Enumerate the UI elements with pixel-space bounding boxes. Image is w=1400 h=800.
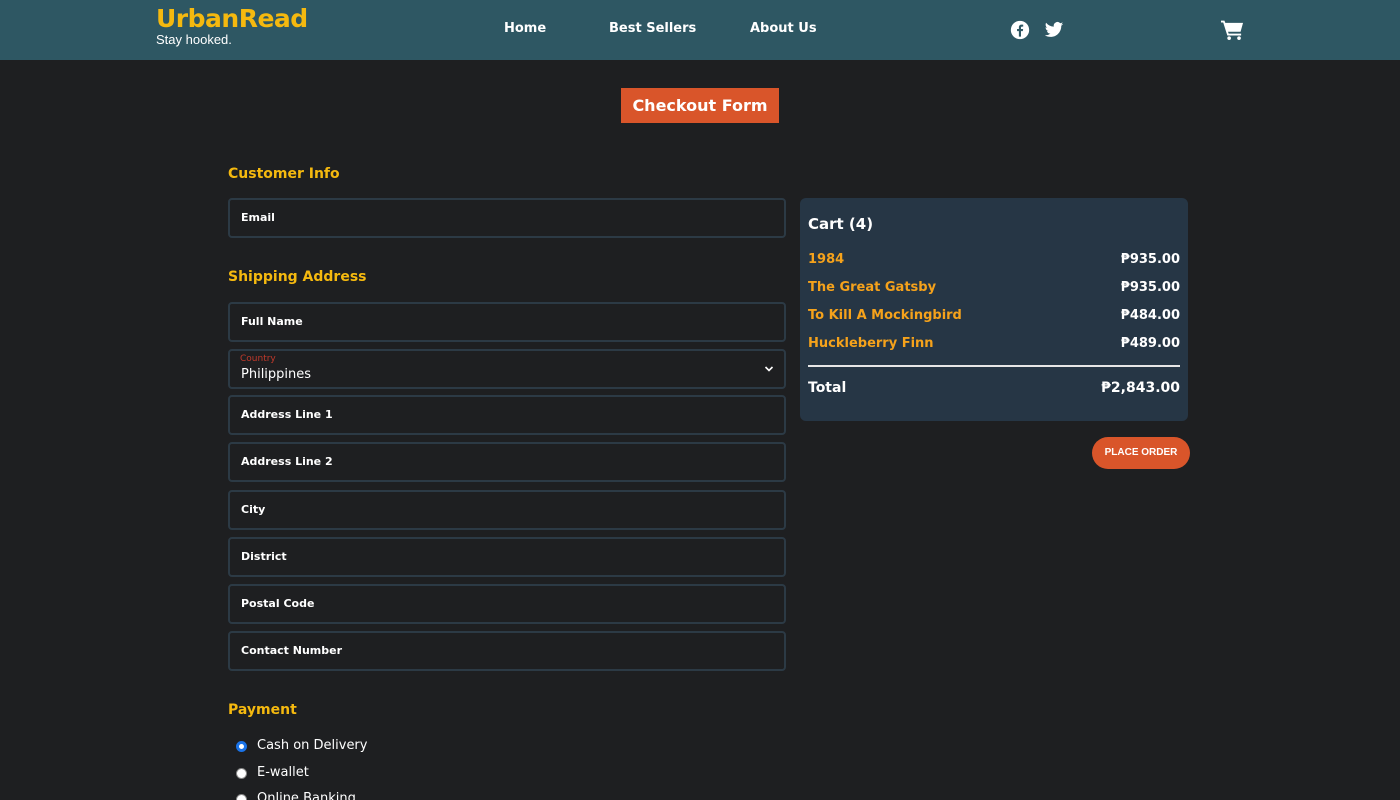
city-field[interactable]: City [228, 490, 786, 530]
brand-logo[interactable]: UrbanRead Stay hooked. [156, 4, 308, 47]
country-value: Philippines [241, 367, 312, 382]
cart-item: The Great Gatsby ₱935.00 [808, 280, 1180, 298]
radio-cod[interactable] [236, 741, 247, 752]
address-line-2-label: Address Line 2 [241, 455, 333, 468]
brand-tagline: Stay hooked. [156, 32, 232, 47]
cart-item-name[interactable]: The Great Gatsby [808, 280, 936, 295]
brand-name: UrbanRead [156, 4, 308, 33]
cart-item: Huckleberry Finn ₱489.00 [808, 336, 1180, 354]
address-line-1-label: Address Line 1 [241, 408, 333, 421]
district-label: District [241, 550, 287, 563]
cart-item-price: ₱935.00 [1120, 280, 1180, 295]
shopping-cart-icon[interactable] [1221, 19, 1244, 41]
postal-code-field[interactable]: Postal Code [228, 584, 786, 624]
cart-item-name[interactable]: To Kill A Mockingbird [808, 308, 962, 323]
nav-about-us[interactable]: About Us [750, 21, 817, 36]
city-label: City [241, 503, 266, 516]
chevron-down-icon [764, 366, 774, 372]
full-name-field[interactable]: Full Name [228, 302, 786, 342]
total-value: ₱2,843.00 [1101, 380, 1180, 396]
shipping-address-heading: Shipping Address [228, 269, 367, 285]
address-line-1-field[interactable]: Address Line 1 [228, 395, 786, 435]
twitter-icon[interactable] [1044, 20, 1064, 40]
place-order-button[interactable]: PLACE ORDER [1092, 437, 1190, 469]
country-caption: Country [240, 354, 276, 364]
cart-item-name[interactable]: Huckleberry Finn [808, 336, 934, 351]
nav-home[interactable]: Home [504, 21, 546, 36]
email-field[interactable]: Email [228, 198, 786, 238]
email-field-label: Email [241, 211, 275, 224]
payment-option-label: E-wallet [257, 765, 309, 780]
cart-item: To Kill A Mockingbird ₱484.00 [808, 308, 1180, 326]
contact-number-field[interactable]: Contact Number [228, 631, 786, 671]
page-title: Checkout Form [621, 88, 779, 123]
country-select[interactable]: Country Philippines [228, 349, 786, 389]
customer-info-heading: Customer Info [228, 166, 340, 182]
cart-item-name[interactable]: 1984 [808, 252, 844, 267]
cart-summary: Cart (4) 1984 ₱935.00 The Great Gatsby ₱… [800, 198, 1188, 421]
cart-item-price: ₱489.00 [1120, 336, 1180, 351]
radio-ewallet[interactable] [236, 768, 247, 779]
cart-item-price: ₱935.00 [1120, 252, 1180, 267]
district-field[interactable]: District [228, 537, 786, 577]
payment-option-label: Online Banking [257, 791, 356, 800]
total-label: Total [808, 380, 847, 396]
payment-option-label: Cash on Delivery [257, 738, 368, 753]
navbar: UrbanRead Stay hooked. Home Best Sellers… [0, 0, 1400, 60]
cart-item: 1984 ₱935.00 [808, 252, 1180, 270]
full-name-label: Full Name [241, 315, 303, 328]
nav-best-sellers[interactable]: Best Sellers [609, 21, 696, 36]
contact-number-label: Contact Number [241, 644, 343, 657]
facebook-icon[interactable] [1010, 20, 1030, 40]
radio-online-banking[interactable] [236, 794, 247, 800]
cart-item-price: ₱484.00 [1120, 308, 1180, 323]
address-line-2-field[interactable]: Address Line 2 [228, 442, 786, 482]
postal-code-label: Postal Code [241, 597, 315, 610]
payment-heading: Payment [228, 702, 297, 718]
cart-title: Cart (4) [808, 215, 874, 233]
cart-divider [808, 365, 1180, 367]
